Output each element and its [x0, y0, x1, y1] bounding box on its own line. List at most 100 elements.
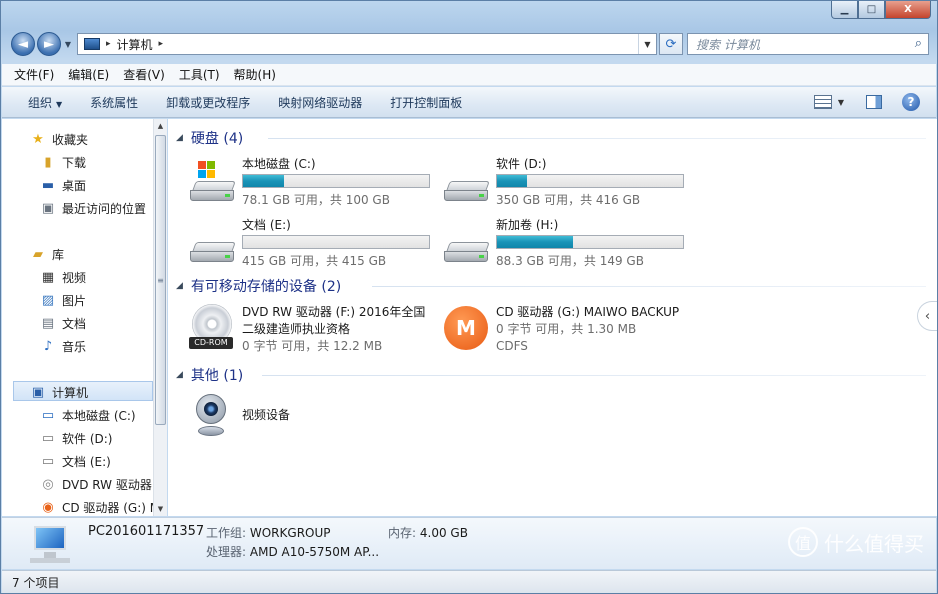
computer-icon [84, 38, 100, 50]
refresh-button[interactable]: ⟳ [659, 33, 683, 55]
scroll-down-icon[interactable]: ▼ [154, 502, 167, 516]
breadcrumb-separator[interactable]: ▸ [106, 39, 111, 49]
hard-drive-icon [442, 228, 492, 264]
drive-name: 本地磁盘 (C:) [242, 157, 316, 171]
sidebar-label: 最近访问的位置 [62, 201, 147, 216]
chevron-down-icon: ▼ [56, 99, 63, 109]
group-other[interactable]: ◢ 其他 (1) [176, 365, 926, 385]
drive-e[interactable]: 文档 (E:) 415 GB 可用，共 415 GB [188, 216, 438, 272]
group-divider [372, 286, 926, 287]
sidebar-item-drive-e[interactable]: ▭ 文档 (E:) [40, 451, 111, 471]
group-removable[interactable]: ◢ 有可移动存储的设备 (2) [176, 276, 926, 296]
change-view-icon[interactable] [813, 95, 832, 109]
map-network-drive-button[interactable]: 映射网络驱动器 [278, 94, 362, 111]
navigation-pane: ★ 收藏夹 ▮ 下载 ▬ 桌面 ▣ 最近访问的位置 ▰ 库 ▦ 视频 ▨ 图片 … [2, 119, 167, 516]
uninstall-program-button[interactable]: 卸载或更改程序 [166, 94, 250, 111]
desktop-icon: ▬ [41, 177, 55, 193]
command-bar: 组织 ▼ 系统属性 卸载或更改程序 映射网络驱动器 打开控制面板 ▼ ? [2, 87, 936, 118]
sidebar-item-drive-d[interactable]: ▭ 软件 (D:) [40, 428, 113, 448]
drive-usage-bar [242, 235, 430, 249]
video-device[interactable]: 视频设备 [188, 392, 448, 452]
system-properties-button[interactable]: 系统属性 [90, 94, 138, 111]
close-button[interactable]: X [885, 1, 931, 19]
preview-pane-icon[interactable] [866, 95, 882, 109]
sidebar-label: 库 [52, 247, 65, 262]
sidebar-item-pictures[interactable]: ▨ 图片 [40, 290, 86, 310]
processor-label: 处理器: [206, 545, 247, 559]
status-bar: 7 个项目 [2, 570, 936, 593]
breadcrumb-computer[interactable]: 计算机 [117, 36, 153, 53]
menu-help[interactable]: 帮助(H) [234, 66, 276, 83]
drive-c[interactable]: 本地磁盘 (C:) 78.1 GB 可用，共 100 GB [188, 155, 438, 211]
view-options-dropdown[interactable]: ▼ [838, 98, 844, 107]
sidebar-item-desktop[interactable]: ▬ 桌面 [40, 175, 86, 195]
sidebar-favorites[interactable]: ★ 收藏夹 [30, 129, 88, 149]
sidebar-libraries[interactable]: ▰ 库 [30, 244, 64, 264]
open-control-panel-button[interactable]: 打开控制面板 [390, 94, 462, 111]
computer-name: PC201601171357 [88, 524, 205, 539]
hard-drive-icon [188, 228, 238, 264]
details-pane: PC201601171357 工作组: WORKGROUP 内存: 4.00 G… [2, 517, 936, 569]
menu-tools[interactable]: 工具(T) [179, 66, 220, 83]
sidebar-item-cd[interactable]: ◉ CD 驱动器 (G:) M [40, 497, 160, 517]
drive-dvd-f[interactable]: CD-ROM DVD RW 驱动器 (F:) 2016年全国 二级建造师执业资格… [188, 304, 448, 364]
scroll-up-icon[interactable]: ▲ [154, 119, 167, 133]
breadcrumb-separator[interactable]: ▸ [159, 39, 164, 49]
drive-usage-fill [243, 175, 284, 187]
recent-pages-dropdown[interactable]: ▼ [63, 40, 73, 49]
sidebar-label: 文档 (E:) [62, 454, 111, 469]
back-button[interactable]: ◄ [11, 32, 35, 56]
refresh-icon: ⟳ [665, 36, 677, 52]
address-bar[interactable]: ▸ 计算机 ▸ ▼ [77, 33, 657, 55]
side-panel-toggle[interactable]: ‹ [917, 301, 937, 331]
drive-h[interactable]: 新加卷 (H:) 88.3 GB 可用，共 149 GB [442, 216, 692, 272]
memory-info: 内存: 4.00 GB [388, 524, 468, 541]
collapse-triangle-icon[interactable]: ◢ [176, 133, 183, 143]
sidebar-item-recent[interactable]: ▣ 最近访问的位置 [40, 198, 146, 218]
sidebar-label: 收藏夹 [52, 132, 89, 147]
drive-d[interactable]: 软件 (D:) 350 GB 可用，共 416 GB [442, 155, 692, 211]
menu-file[interactable]: 文件(F) [14, 66, 54, 83]
caption-buttons: ▁ □ X [831, 1, 931, 19]
group-hard-disks[interactable]: ◢ 硬盘 (4) [176, 128, 926, 148]
sidebar-item-videos[interactable]: ▦ 视频 [40, 267, 86, 287]
collapse-triangle-icon[interactable]: ◢ [176, 370, 183, 380]
computer-icon: ▣ [31, 384, 45, 400]
drive-usage-bar [242, 174, 430, 188]
menu-edit[interactable]: 编辑(E) [68, 66, 109, 83]
search-icon[interactable]: ⌕ [915, 36, 922, 51]
sidebar-label: 文档 [62, 316, 87, 331]
memory-value: 4.00 GB [419, 526, 468, 540]
drive-free-space: 0 字节 可用，共 12.2 MB [242, 339, 383, 353]
group-divider [268, 138, 926, 139]
drive-label: DVD RW 驱动器 (F:) 2016年全国 二级建造师执业资格 0 字节 可… [242, 304, 425, 355]
drive-name: 文档 (E:) [242, 218, 291, 232]
system-drive-icon [188, 161, 238, 203]
sidebar-item-downloads[interactable]: ▮ 下载 [40, 152, 86, 172]
sidebar-computer[interactable]: ▣ 计算机 [30, 382, 88, 402]
sidebar-item-dvd[interactable]: ◎ DVD RW 驱动器 [40, 474, 152, 494]
search-input[interactable]: 搜索 计算机 ⌕ [687, 33, 929, 55]
sidebar-item-documents[interactable]: ▤ 文档 [40, 313, 86, 333]
menu-view[interactable]: 查看(V) [123, 66, 165, 83]
collapse-triangle-icon[interactable]: ◢ [176, 281, 183, 291]
forward-button[interactable]: ► [37, 32, 61, 56]
address-dropdown-button[interactable]: ▼ [638, 34, 656, 54]
recent-places-icon: ▣ [41, 200, 55, 216]
drive-free-space: 78.1 GB 可用，共 100 GB [242, 193, 390, 207]
scrollbar-thumb[interactable]: ≡ [155, 135, 166, 425]
navigation-bar: ◄ ► ▼ ▸ 计算机 ▸ ▼ ⟳ 搜索 计算机 ⌕ [11, 31, 929, 57]
organize-button[interactable]: 组织 ▼ [28, 94, 62, 111]
maximize-button[interactable]: □ [858, 1, 885, 19]
drive-free-space: 350 GB 可用，共 416 GB [496, 193, 641, 207]
drive-usage-fill [497, 175, 527, 187]
sidebar-item-drive-c[interactable]: ▭ 本地磁盘 (C:) [40, 405, 136, 425]
minimize-button[interactable]: ▁ [831, 1, 858, 19]
navigation-scrollbar[interactable]: ▲ ≡ ▼ [153, 119, 167, 516]
help-icon[interactable]: ? [902, 93, 920, 111]
maiwo-logo: M [444, 306, 488, 350]
library-icon: ▰ [33, 246, 43, 262]
system-drive-icon: ▭ [41, 407, 55, 423]
sidebar-item-music[interactable]: ♪ 音乐 [40, 336, 86, 356]
drive-cd-g[interactable]: M CD 驱动器 (G:) MAIWO BACKUP 0 字节 可用，共 1.3… [442, 304, 702, 364]
